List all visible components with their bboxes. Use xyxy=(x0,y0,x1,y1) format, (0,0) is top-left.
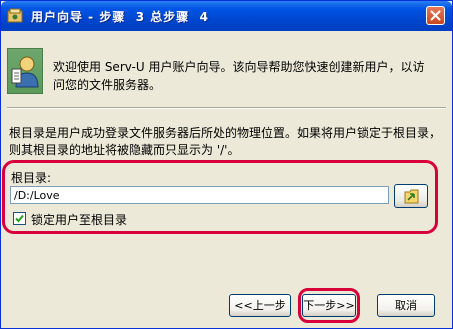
highlight-next-button xyxy=(298,288,360,323)
separator xyxy=(7,107,446,109)
close-icon xyxy=(430,10,441,21)
window-title: 用户向导 - 步骤 3 总步骤 4 xyxy=(31,10,209,24)
cancel-button[interactable]: 取消 xyxy=(377,294,435,317)
highlight-root-dir-section xyxy=(2,160,438,234)
title-bar[interactable]: 用户向导 - 步骤 3 总步骤 4 xyxy=(1,1,452,31)
user-wizard-dialog: 用户向导 - 步骤 3 总步骤 4 欢迎使用 Serv-U 用户账户向导。该向导… xyxy=(0,0,453,329)
banner-text: 欢迎使用 Serv-U 用户账户向导。该向导帮助您快速创建新用户，以访问您的文件… xyxy=(53,60,425,92)
close-button[interactable] xyxy=(426,6,445,25)
app-icon xyxy=(7,8,23,24)
wizard-banner: 欢迎使用 Serv-U 用户账户向导。该向导帮助您快速创建新用户，以访问您的文件… xyxy=(7,48,445,98)
root-dir-description: 根目录是用户成功登录文件服务器后所处的物理位置。如果将用户锁定于根目录，则其根目… xyxy=(9,126,442,157)
user-wizard-icon xyxy=(7,48,43,94)
prev-button[interactable]: <<上一步 xyxy=(229,294,291,317)
